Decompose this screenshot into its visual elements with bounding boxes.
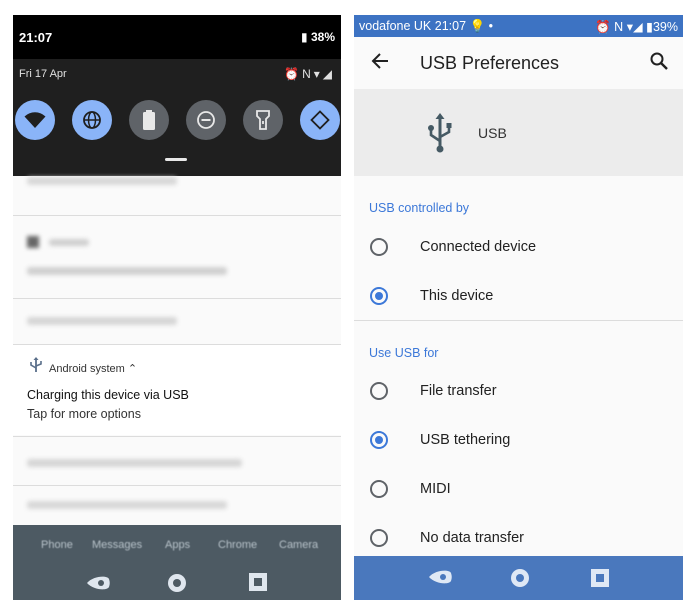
option-label: Connected device [420,239,537,255]
notification-title: Charging this device via USB [27,388,189,402]
section-heading-use-usb-for: Use USB for [369,346,439,360]
divider [13,298,341,299]
divider [354,320,683,321]
battery-icon [143,110,155,130]
usb-icon [30,357,42,372]
nfc-icon: N [614,20,624,34]
option-file-transfer[interactable]: File transfer [354,367,683,415]
chevron-up-icon[interactable]: ⌃ [128,363,137,375]
search-icon[interactable] [650,52,668,70]
dock-app-camera[interactable]: Camera [279,539,318,551]
blurred-notification[interactable] [27,501,227,509]
usb-charging-notification[interactable]: Android system ⌃ Charging this device vi… [13,345,341,435]
auto-rotate-icon [310,110,330,130]
do-not-disturb-icon [197,111,215,129]
option-connected-device[interactable]: Connected device [354,223,683,271]
status-bar: vodafone UK 21:07 💡 • ⏰ N ▾◢ ▮39% [354,15,683,37]
back-arrow-icon[interactable] [371,52,389,70]
shade-date: Fri 17 Apr [19,68,67,80]
divider [13,436,341,437]
nfc-icon: N [302,67,314,81]
flashlight-tile[interactable] [243,100,283,140]
blurred-notification[interactable] [49,239,89,246]
option-label: MIDI [420,481,451,497]
alarm-icon: ⏰ [284,67,303,81]
wifi-tile[interactable] [15,100,55,140]
back-icon[interactable] [85,575,111,591]
home-icon[interactable] [166,572,188,594]
option-label: No data transfer [420,530,524,546]
battery-percent: 38% [310,30,335,44]
blurred-notification[interactable] [27,459,242,467]
battery-icon: ▮ [646,20,653,34]
usb-header: USB [354,89,683,176]
alarm-icon: ⏰ [595,20,611,34]
dock-app-chrome[interactable]: Chrome [218,539,257,551]
status-bar: 21:07 ▮ 38% [13,15,341,59]
app-bar: USB Preferences [354,37,683,89]
option-label: This device [420,288,494,304]
radio-button[interactable] [370,480,388,498]
home-dock-and-navigation: Phone Messages Apps Chrome Camera [13,525,341,600]
blurred-notification[interactable] [27,267,227,275]
section-heading-controlled-by: USB controlled by [369,201,470,215]
radio-button[interactable] [370,529,388,547]
radio-button[interactable] [370,382,388,400]
blurred-notification[interactable] [27,317,177,325]
dock-app-apps[interactable]: Apps [165,539,190,551]
recents-icon[interactable] [591,569,609,587]
data-saver-tile[interactable] [72,100,112,140]
battery-icon: ▮ [301,30,308,44]
option-no-data-transfer[interactable]: No data transfer [354,514,683,562]
lightbulb-icon: 💡 [469,19,486,33]
dock-app-phone[interactable]: Phone [41,539,73,551]
carrier-time: vodafone UK 21:07 [359,19,467,33]
home-icon[interactable] [509,567,531,589]
battery-saver-tile[interactable] [129,100,169,140]
navigation-bar [354,556,683,600]
battery-percent: 39% [652,20,678,34]
back-icon[interactable] [427,569,453,585]
option-midi[interactable]: MIDI [354,465,683,513]
option-label: USB tethering [420,432,511,448]
signal-icon: ◢ [322,67,335,81]
divider [13,485,341,486]
auto-rotate-tile[interactable] [300,100,340,140]
status-icons: ⏰N▾◢ [284,67,335,81]
usb-label: USB [478,125,507,141]
do-not-disturb-tile[interactable] [186,100,226,140]
shade-drag-handle[interactable] [165,158,187,161]
notification-subtitle: Tap for more options [27,407,141,421]
notification-shade-screen: 21:07 ▮ 38% Fri 17 Apr ⏰N▾◢ Android syst… [13,15,341,600]
blurred-notification[interactable] [27,177,177,185]
usb-icon [428,113,452,153]
battery-status: ▮ 38% [301,30,335,44]
app-icon [27,236,39,248]
status-left: vodafone UK 21:07 💡 • [359,19,493,34]
quick-settings-panel: Fri 17 Apr ⏰N▾◢ [13,59,341,176]
radio-button-selected[interactable] [370,287,388,305]
option-this-device[interactable]: This device [354,272,683,320]
usb-preferences-screen: vodafone UK 21:07 💡 • ⏰ N ▾◢ ▮39% USB Pr… [354,15,683,600]
flashlight-icon [256,110,270,130]
status-time: 21:07 [19,30,53,45]
notification-app-name: Android system ⌃ [49,363,138,375]
wifi-icon: ▾ [313,67,323,81]
wifi-icon [24,112,46,128]
globe-icon [83,111,101,129]
radio-button-selected[interactable] [370,431,388,449]
page-title: USB Preferences [420,53,560,73]
recents-icon[interactable] [249,573,267,591]
dot-icon: • [488,19,493,33]
signal-icon: ◢ [632,20,643,34]
status-right: ⏰ N ▾◢ ▮39% [595,19,678,35]
option-label: File transfer [420,383,497,399]
dock-app-messages[interactable]: Messages [92,539,142,551]
option-usb-tethering[interactable]: USB tethering [354,416,683,464]
radio-button[interactable] [370,238,388,256]
divider [13,215,341,216]
